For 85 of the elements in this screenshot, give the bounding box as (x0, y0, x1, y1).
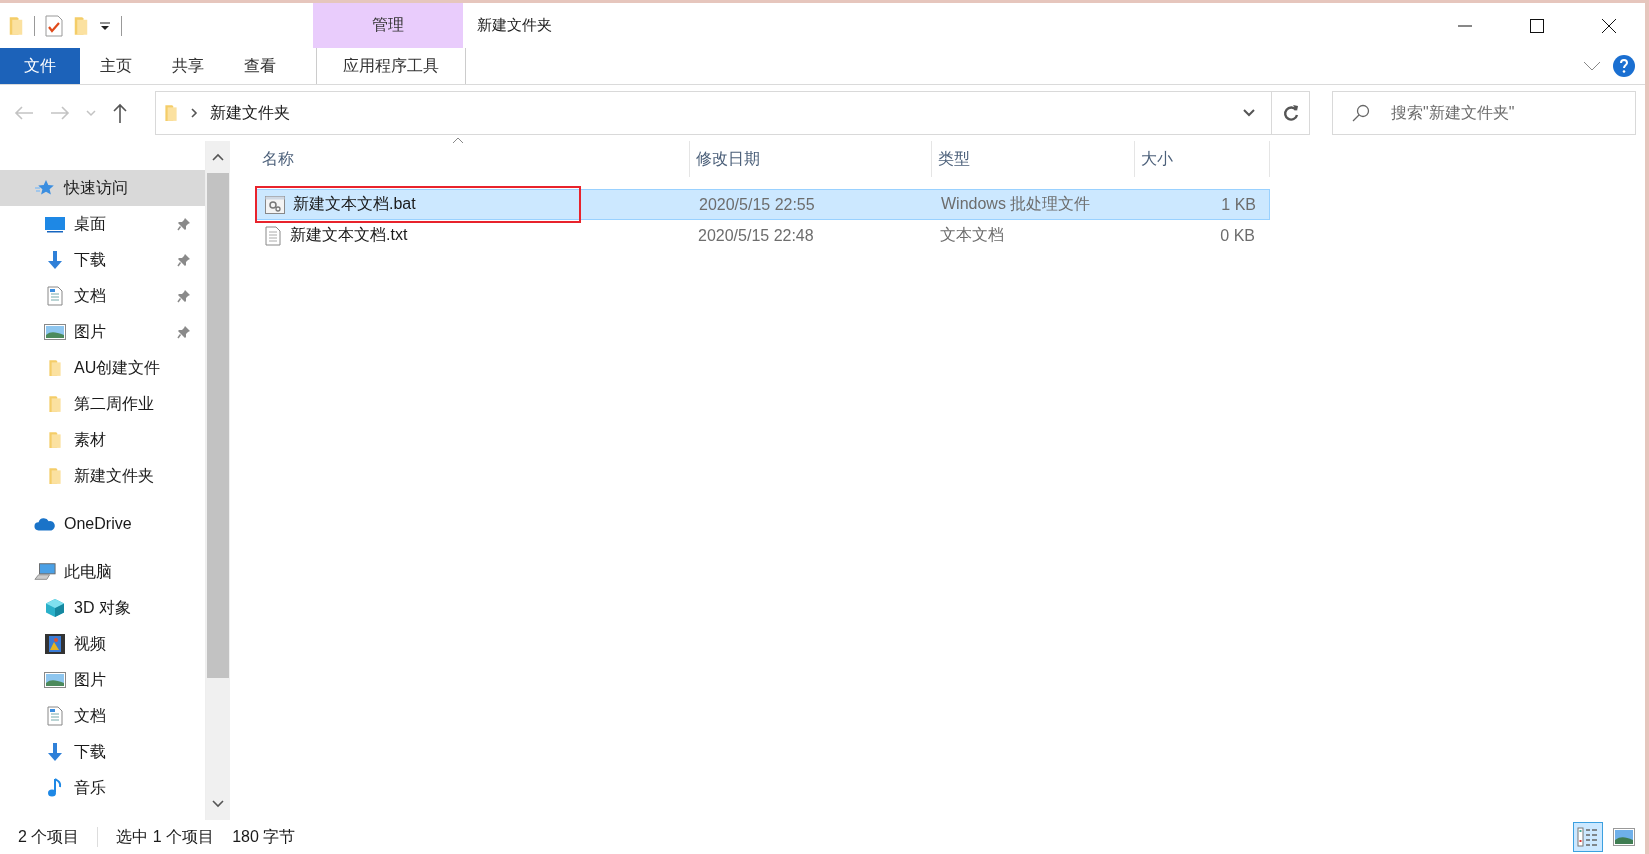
monitor-icon (44, 215, 66, 233)
nav-item[interactable]: 音乐 (0, 770, 205, 806)
film-icon (45, 634, 65, 654)
picture-icon (44, 672, 66, 688)
ribbon-tab[interactable]: 查看 (224, 48, 296, 84)
file-size: 1 KB (1220, 195, 1256, 214)
selection-size: 180 字节 (232, 826, 296, 847)
breadcrumb-item[interactable]: 新建文件夹 (210, 102, 290, 124)
nav-item[interactable]: 素材 (0, 422, 205, 458)
maximize-button[interactable] (1529, 17, 1545, 34)
computer-icon (34, 562, 56, 582)
nav-item[interactable]: 下载 (0, 734, 205, 770)
nav-item[interactable]: 快速访问 (0, 170, 205, 206)
folder-icon (73, 15, 89, 36)
modified-date: 2020/5/15 22:55 (698, 195, 816, 214)
close-icon (1601, 17, 1617, 34)
folder-icon (8, 15, 24, 36)
scrollbar[interactable] (205, 141, 230, 820)
column-header[interactable]: 名称 (256, 141, 690, 177)
refresh-icon (1282, 104, 1299, 122)
nav-item[interactable]: 3D 对象 (0, 590, 205, 626)
cloud-icon (34, 516, 56, 532)
up-icon[interactable] (112, 103, 128, 123)
nav-item[interactable]: 图片 (0, 314, 205, 350)
text-file-icon (264, 225, 282, 246)
selection-count: 选中 1 个项目 (116, 826, 215, 847)
nav-item[interactable]: 第二周作业 (0, 386, 205, 422)
ribbon-tab[interactable]: 主页 (80, 48, 152, 84)
nav-item[interactable]: AU创建文件 (0, 350, 205, 386)
column-header[interactable]: 修改日期 (690, 141, 932, 177)
nav-item[interactable]: 图片 (0, 662, 205, 698)
minimize-icon (1457, 24, 1473, 27)
file-type: Windows 批处理文件 (940, 194, 1092, 214)
column-header[interactable]: 类型 (932, 141, 1135, 177)
nav-item[interactable]: 新建文件夹 (0, 458, 205, 494)
nav-item[interactable]: 视频 (0, 626, 205, 662)
folder-icon (48, 359, 62, 377)
gears-file-icon (265, 195, 285, 214)
search-field[interactable]: 搜索"新建文件夹" (1332, 91, 1636, 135)
address-bar[interactable]: 新建文件夹 (155, 91, 1310, 135)
nav-item[interactable]: OneDrive (0, 506, 205, 542)
file-menu-button[interactable]: 文件 (0, 48, 80, 84)
details-view-button[interactable] (1573, 822, 1603, 852)
help-icon[interactable] (1613, 55, 1635, 77)
document-icon (47, 706, 63, 726)
minimize-button[interactable] (1457, 24, 1473, 27)
close-button[interactable] (1601, 17, 1617, 34)
scroll-up-icon[interactable] (212, 153, 224, 161)
nav-item[interactable]: 文档 (0, 278, 205, 314)
context-tab[interactable]: 应用程序工具 (316, 48, 466, 84)
item-count: 2 个项目 (18, 826, 80, 847)
file-row[interactable]: 新建文本文档.bat 2020/5/15 22:55 Windows 批处理文件 1 KB (256, 189, 1270, 220)
file-size: 0 KB (1219, 226, 1255, 245)
chevron-right-icon (190, 108, 198, 118)
picture-icon (44, 324, 66, 340)
modified-date: 2020/5/15 22:48 (697, 226, 815, 245)
file-name: 新建文本文档.bat (293, 194, 416, 214)
checklist-icon[interactable] (45, 14, 63, 37)
folder-icon (164, 104, 178, 122)
dropdown-icon[interactable] (99, 20, 111, 31)
column-header[interactable]: 大小 (1135, 141, 1270, 177)
context-tab-group: 管理 (313, 3, 463, 48)
folder-icon (48, 395, 62, 413)
folder-icon (48, 467, 62, 485)
file-row[interactable]: 新建文本文档.txt 2020/5/15 22:48 文本文档 0 KB (256, 220, 1270, 251)
ribbon-tab[interactable]: 共享 (152, 48, 224, 84)
download-icon (46, 250, 64, 270)
file-type: 文本文档 (939, 225, 1005, 245)
maximize-icon (1529, 17, 1545, 34)
nav-item[interactable]: 此电脑 (0, 554, 205, 590)
nav-item[interactable]: 桌面 (0, 206, 205, 242)
document-icon (47, 286, 63, 306)
nav-item[interactable]: 下载 (0, 242, 205, 278)
download-icon (46, 742, 64, 762)
star-icon (35, 179, 55, 197)
search-icon (1352, 104, 1370, 122)
folder-icon (48, 431, 62, 449)
cube-icon (45, 598, 65, 618)
collapse-ribbon-icon[interactable] (1583, 61, 1601, 71)
window-title: 新建文件夹 (477, 16, 552, 35)
nav-item[interactable]: 文档 (0, 698, 205, 734)
dropdown-icon[interactable] (1243, 109, 1255, 117)
music-note-icon (47, 778, 63, 798)
scroll-down-icon[interactable] (212, 800, 224, 808)
file-name: 新建文本文档.txt (290, 225, 408, 245)
